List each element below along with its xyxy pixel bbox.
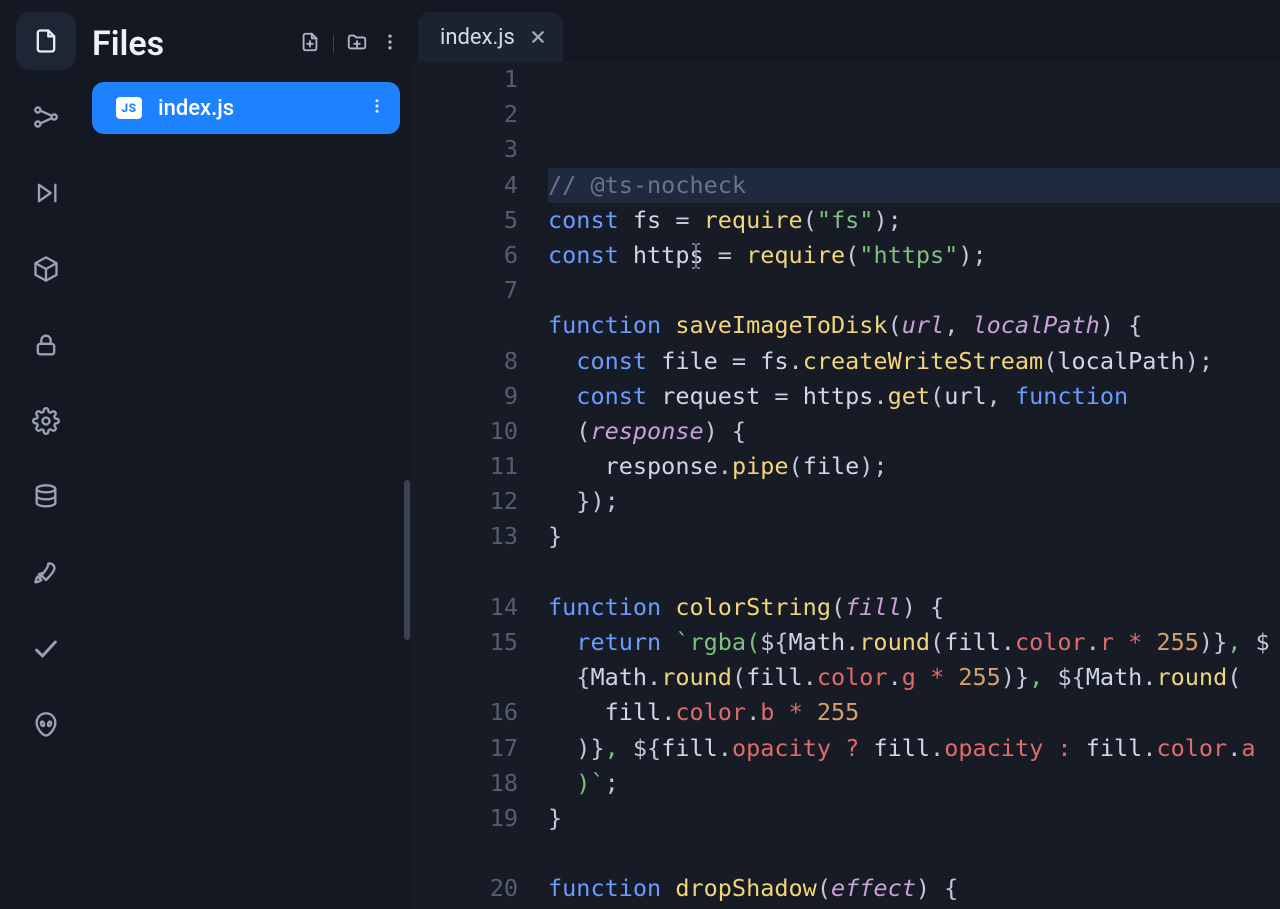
code-line[interactable]: const fs = require("fs"); [548,203,1280,238]
line-number: 14 [410,590,518,625]
line-number: 12 [410,484,518,519]
line-number: 11 [410,449,518,484]
line-number: 13 [410,519,518,554]
line-number: 20 [410,871,518,906]
code-line[interactable]: )`; [548,766,1280,801]
line-number: 6 [410,238,518,273]
file-item-more-button[interactable] [368,96,386,121]
line-number: 4 [410,168,518,203]
line-number: 9 [410,379,518,414]
editor-tab[interactable]: index.js [418,12,563,62]
line-number: 7 [410,273,518,308]
code-line[interactable]: } [548,801,1280,836]
tab-close-button[interactable] [531,25,545,50]
file-panel-title: Files [92,24,299,64]
line-number: 18 [410,766,518,801]
alien-icon[interactable] [16,696,76,754]
code-line[interactable]: const https = require("https"); [548,238,1280,273]
line-number: 3 [410,132,518,167]
code-line[interactable]: )}, ${fill.opacity ? fill.opacity : fill… [548,731,1280,766]
line-number: 10 [410,414,518,449]
file-name-label: index.js [158,96,352,121]
file-panel-header: Files [92,16,400,82]
run-icon[interactable] [16,164,76,222]
rocket-icon[interactable] [16,544,76,602]
new-file-button[interactable] [299,31,321,57]
line-number [410,660,518,695]
code-line[interactable]: function dropShadow(effect) { [548,871,1280,906]
js-file-icon: JS [116,97,142,119]
activity-bar [0,0,92,909]
settings-icon[interactable] [16,392,76,450]
new-folder-button[interactable] [346,31,368,57]
graph-icon[interactable] [16,88,76,146]
database-icon[interactable] [16,468,76,526]
line-number: 1 [410,62,518,97]
line-number: 17 [410,731,518,766]
tab-label: index.js [440,25,515,50]
line-number [410,308,518,343]
package-icon[interactable] [16,240,76,298]
line-number: 5 [410,203,518,238]
code-line[interactable]: }); [548,484,1280,519]
code-line[interactable]: (response) { [548,414,1280,449]
line-number-gutter: 1234567891011121314151617181920 [410,62,548,909]
line-number: 19 [410,801,518,836]
code-line[interactable] [548,273,1280,308]
code-line[interactable]: const file = fs.createWriteStream(localP… [548,344,1280,379]
file-tree-item[interactable]: JS index.js [92,82,400,134]
panel-more-button[interactable] [380,32,400,56]
files-icon[interactable] [16,12,76,70]
line-number: 2 [410,97,518,132]
code-line[interactable]: // @ts-nocheck [548,168,1280,203]
code-editor[interactable]: 1234567891011121314151617181920 // @ts-n… [410,62,1280,909]
action-divider [333,35,334,53]
line-number [410,836,518,871]
code-line[interactable] [548,836,1280,871]
line-number: 15 [410,625,518,660]
editor-area: index.js 1234567891011121314151617181920… [410,0,1280,909]
app-root: Files [0,0,1280,909]
code-content[interactable]: // @ts-nocheckconst fs = require("fs");c… [548,62,1280,909]
code-line[interactable]: } [548,519,1280,554]
lock-icon[interactable] [16,316,76,374]
code-line[interactable]: function colorString(fill) { [548,590,1280,625]
line-number: 8 [410,344,518,379]
code-line[interactable] [548,555,1280,590]
code-line[interactable]: response.pipe(file); [548,449,1280,484]
line-number [410,555,518,590]
code-line[interactable]: return `rgba(${Math.round(fill.color.r *… [548,625,1280,660]
tab-bar: index.js [410,0,1280,62]
check-icon[interactable] [16,620,76,678]
line-number: 16 [410,695,518,730]
code-line[interactable]: function saveImageToDisk(url, localPath)… [548,308,1280,343]
file-tree: JS index.js [92,82,400,134]
code-line[interactable]: {Math.round(fill.color.g * 255)}, ${Math… [548,660,1280,695]
file-panel: Files [92,0,410,909]
file-panel-actions [299,31,400,57]
code-line[interactable]: fill.color.b * 255 [548,695,1280,730]
code-line[interactable]: const request = https.get(url, function [548,379,1280,414]
